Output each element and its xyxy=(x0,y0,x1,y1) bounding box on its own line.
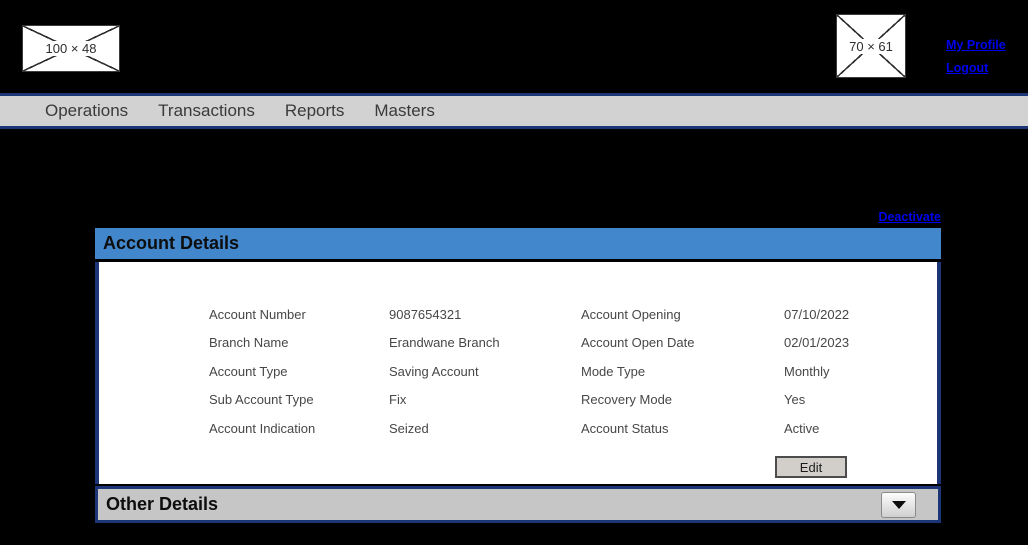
account-opening-value: 07/10/2022 xyxy=(784,306,850,322)
branch-name-value: Erandwane Branch xyxy=(389,335,500,351)
account-open-date-label: Account Open Date xyxy=(581,335,695,351)
nav-item-reports[interactable]: Reports xyxy=(285,101,345,121)
account-status-value: Active xyxy=(784,420,820,436)
profile-placeholder-image: 70 × 61 xyxy=(836,14,906,78)
edit-button[interactable]: Edit xyxy=(775,456,847,478)
sub-account-type-label: Sub Account Type xyxy=(209,392,314,408)
logo-placeholder-image: 100 × 48 xyxy=(22,25,120,72)
sub-account-type-value: Fix xyxy=(389,392,407,408)
recovery-mode-value: Yes xyxy=(784,392,806,408)
logo-placeholder-label: 100 × 48 xyxy=(41,41,101,56)
account-number-label: Account Number xyxy=(209,306,306,322)
account-open-date-value: 02/01/2023 xyxy=(784,335,850,351)
top-header: 100 × 48 70 × 61 My Profile Logout xyxy=(0,0,1028,93)
account-indication-value: Seized xyxy=(389,420,429,436)
account-fields-grid: Account Number 9087654321 Account Openin… xyxy=(209,300,849,443)
account-type-label: Account Type xyxy=(209,363,288,379)
account-number-value: 9087654321 xyxy=(389,306,462,322)
other-details-panel: Other Details xyxy=(95,486,941,523)
logout-link[interactable]: Logout xyxy=(946,61,1006,75)
account-indication-label: Account Indication xyxy=(209,420,316,436)
header-links: My Profile Logout xyxy=(946,38,1006,75)
account-details-panel: Account Details Account Number 908765432… xyxy=(95,228,941,484)
recovery-mode-label: Recovery Mode xyxy=(581,392,673,408)
account-status-label: Account Status xyxy=(581,420,669,436)
main-nav: Operations Transactions Reports Masters xyxy=(0,93,1028,129)
nav-item-masters[interactable]: Masters xyxy=(374,101,434,121)
account-details-body: Account Number 9087654321 Account Openin… xyxy=(95,262,941,484)
account-details-header: Account Details xyxy=(95,228,941,262)
deactivate-link[interactable]: Deactivate xyxy=(878,210,941,224)
profile-placeholder-label: 70 × 61 xyxy=(845,38,897,54)
nav-item-transactions[interactable]: Transactions xyxy=(158,101,255,121)
my-profile-link[interactable]: My Profile xyxy=(946,38,1006,52)
account-details-title: Account Details xyxy=(103,233,240,253)
account-type-value: Saving Account xyxy=(389,363,479,379)
account-opening-label: Account Opening xyxy=(581,306,681,322)
mode-type-value: Monthly xyxy=(784,363,830,379)
chevron-down-icon xyxy=(891,501,906,509)
branch-name-label: Branch Name xyxy=(209,335,289,351)
other-details-title: Other Details xyxy=(106,494,219,514)
deactivate-link-row: Deactivate xyxy=(95,208,941,226)
mode-type-label: Mode Type xyxy=(581,363,646,379)
other-details-expand-button[interactable] xyxy=(881,492,916,518)
nav-item-operations[interactable]: Operations xyxy=(45,101,128,121)
